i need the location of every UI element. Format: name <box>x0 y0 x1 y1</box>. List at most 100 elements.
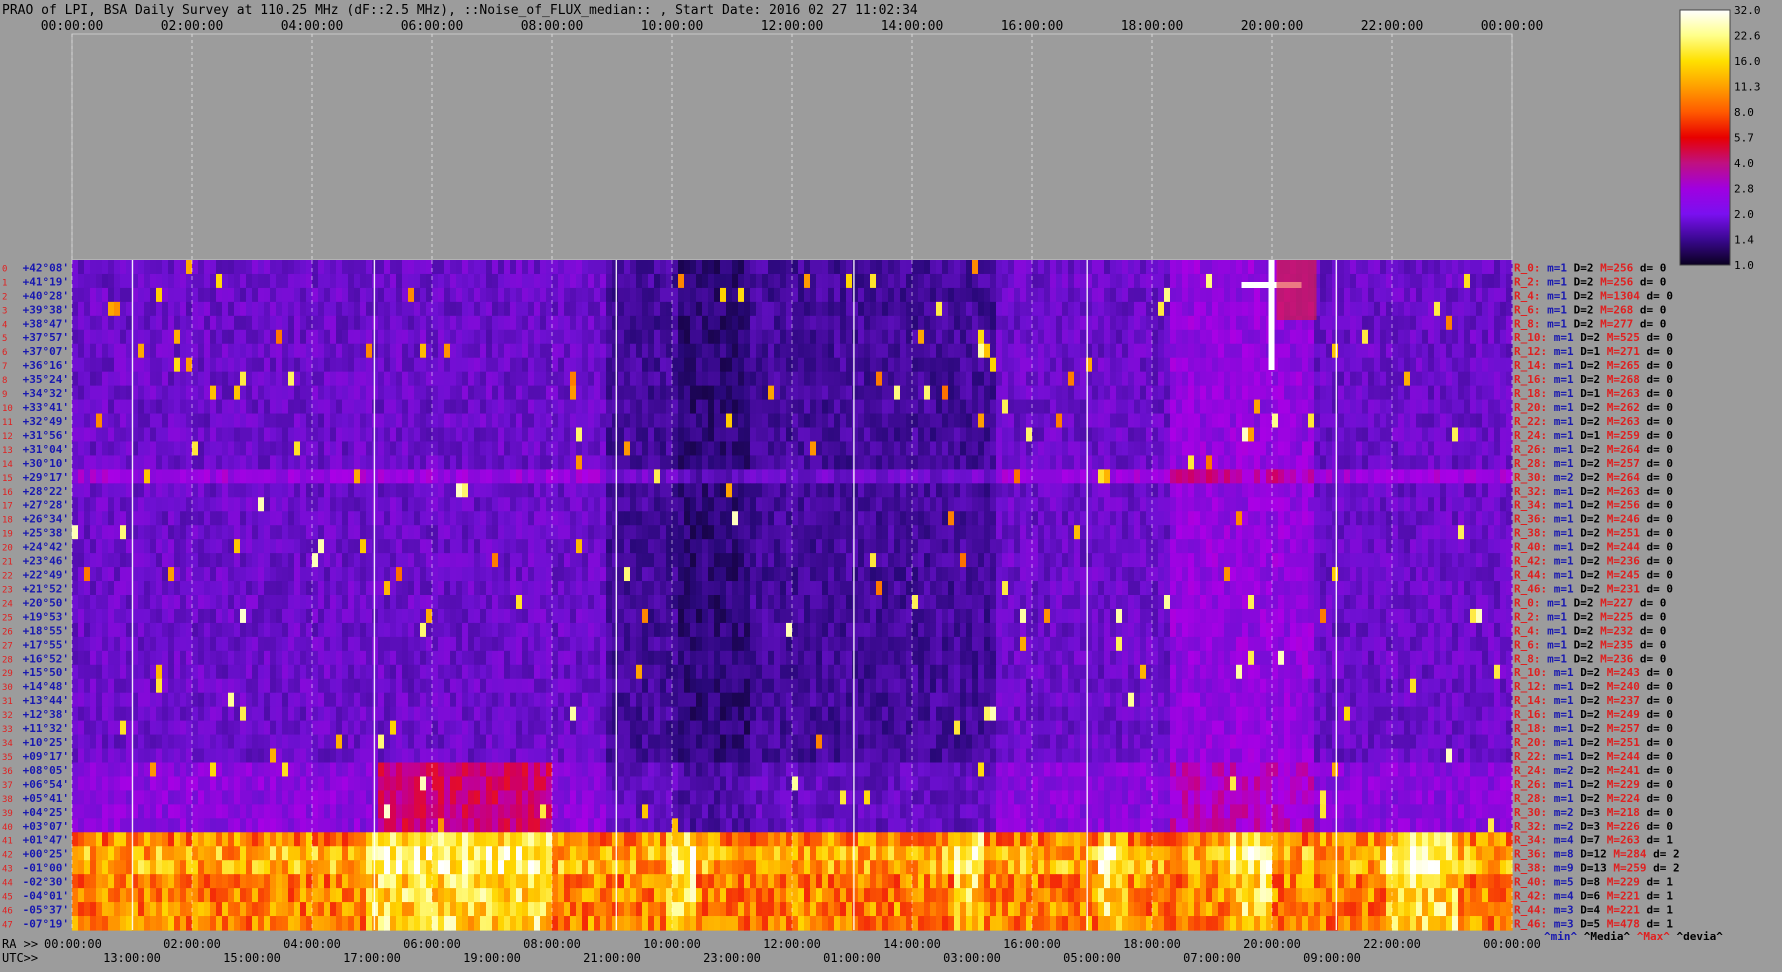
heatmap-cell <box>1188 372 1195 387</box>
heatmap-cell <box>1056 372 1063 387</box>
heatmap-cell <box>780 414 787 429</box>
heatmap-cell <box>762 414 769 429</box>
heatmap-cell <box>1008 428 1015 443</box>
heatmap-cell <box>948 414 955 429</box>
heatmap-cell <box>936 539 943 554</box>
heatmap-cell <box>606 525 613 540</box>
heatmap-cell <box>588 497 595 512</box>
heatmap-cell <box>498 400 505 415</box>
heatmap-cell <box>1002 455 1009 470</box>
heatmap-cell <box>486 497 493 512</box>
heatmap-cell <box>744 511 751 526</box>
heatmap-cell <box>1446 497 1453 512</box>
heatmap-cell <box>1032 525 1039 540</box>
heatmap-cell <box>414 386 421 401</box>
heatmap-cell <box>1020 344 1027 359</box>
heatmap-cell <box>1458 386 1465 401</box>
heatmap-cell <box>654 386 661 401</box>
heatmap-cell <box>1038 428 1045 443</box>
heatmap-cell <box>1176 455 1183 470</box>
heatmap-cell <box>378 330 385 345</box>
heatmap-cell <box>468 260 475 275</box>
heatmap-cell <box>1098 483 1105 498</box>
heatmap-cell <box>258 330 265 345</box>
heatmap-cell <box>180 330 187 345</box>
heatmap-cell <box>552 386 559 401</box>
heatmap-cell <box>1446 288 1453 303</box>
heatmap-cell <box>768 441 775 456</box>
heatmap-cell <box>642 344 649 359</box>
heatmap-cell <box>192 288 199 303</box>
heatmap-cell <box>444 302 451 317</box>
heatmap-cell <box>690 497 697 512</box>
heatmap-cell <box>144 483 151 498</box>
heatmap-cell <box>114 386 121 401</box>
heatmap-cell <box>954 344 961 359</box>
heatmap-cell <box>882 455 889 470</box>
heatmap-cell <box>102 274 109 289</box>
heatmap-cell <box>996 511 1003 526</box>
heatmap-cell <box>684 469 691 484</box>
heatmap-cell <box>954 469 961 484</box>
heatmap-cell <box>330 288 337 303</box>
heatmap-cell <box>522 455 529 470</box>
heatmap-cell <box>960 358 967 373</box>
heatmap-cell <box>840 469 847 484</box>
heatmap-cell <box>378 274 385 289</box>
heatmap-cell <box>528 260 535 275</box>
heatmap-cell <box>432 302 439 317</box>
heatmap-cell <box>78 358 85 373</box>
heatmap-cell <box>1392 330 1399 345</box>
heatmap-cell <box>120 539 127 554</box>
heatmap-cell <box>1176 288 1183 303</box>
heatmap-cell <box>822 274 829 289</box>
heatmap-cell <box>1494 260 1501 275</box>
heatmap-cell <box>702 469 709 484</box>
heatmap-cell <box>810 497 817 512</box>
heatmap-cell <box>1038 497 1045 512</box>
heatmap-cell <box>1392 386 1399 401</box>
heatmap-cell <box>864 288 871 303</box>
heatmap-cell <box>342 344 349 359</box>
heatmap-cell <box>768 330 775 345</box>
heatmap-cell <box>738 316 745 331</box>
heatmap-cell <box>450 497 457 512</box>
heatmap-cell <box>1188 414 1195 429</box>
heatmap-cell <box>654 414 661 429</box>
heatmap-cell <box>846 386 853 401</box>
heatmap-cell <box>996 497 1003 512</box>
heatmap-cell <box>1134 441 1141 456</box>
heatmap-cell <box>258 400 265 415</box>
heatmap-cell <box>954 525 961 540</box>
heatmap-cell <box>1236 316 1243 331</box>
heatmap-cell <box>156 302 163 317</box>
heatmap-cell <box>1176 260 1183 275</box>
heatmap-cell <box>282 497 289 512</box>
heatmap-cell <box>912 316 919 331</box>
heatmap-cell <box>822 497 829 512</box>
heatmap-cell <box>1260 316 1267 331</box>
heatmap-cell <box>828 344 835 359</box>
heatmap-cell <box>366 330 373 345</box>
heatmap-cell <box>762 469 769 484</box>
heatmap-cell <box>198 525 205 540</box>
heatmap-cell <box>840 400 847 415</box>
heatmap-cell <box>600 316 607 331</box>
heatmap-cell <box>174 497 181 512</box>
heatmap-cell <box>804 400 811 415</box>
heatmap-cell <box>1302 525 1309 540</box>
heatmap-cell <box>726 525 733 540</box>
heatmap-cell <box>798 400 805 415</box>
heatmap-cell <box>258 539 265 554</box>
heatmap-cell <box>144 330 151 345</box>
heatmap-cell <box>588 316 595 331</box>
heatmap-cell <box>966 400 973 415</box>
heatmap-cell <box>570 441 577 456</box>
heatmap-cell <box>936 400 943 415</box>
heatmap-cell <box>702 372 709 387</box>
heatmap-cell <box>606 344 613 359</box>
heatmap-cell <box>318 372 325 387</box>
heatmap-cell <box>966 441 973 456</box>
heatmap-cell <box>408 400 415 415</box>
heatmap-cell <box>756 539 763 554</box>
